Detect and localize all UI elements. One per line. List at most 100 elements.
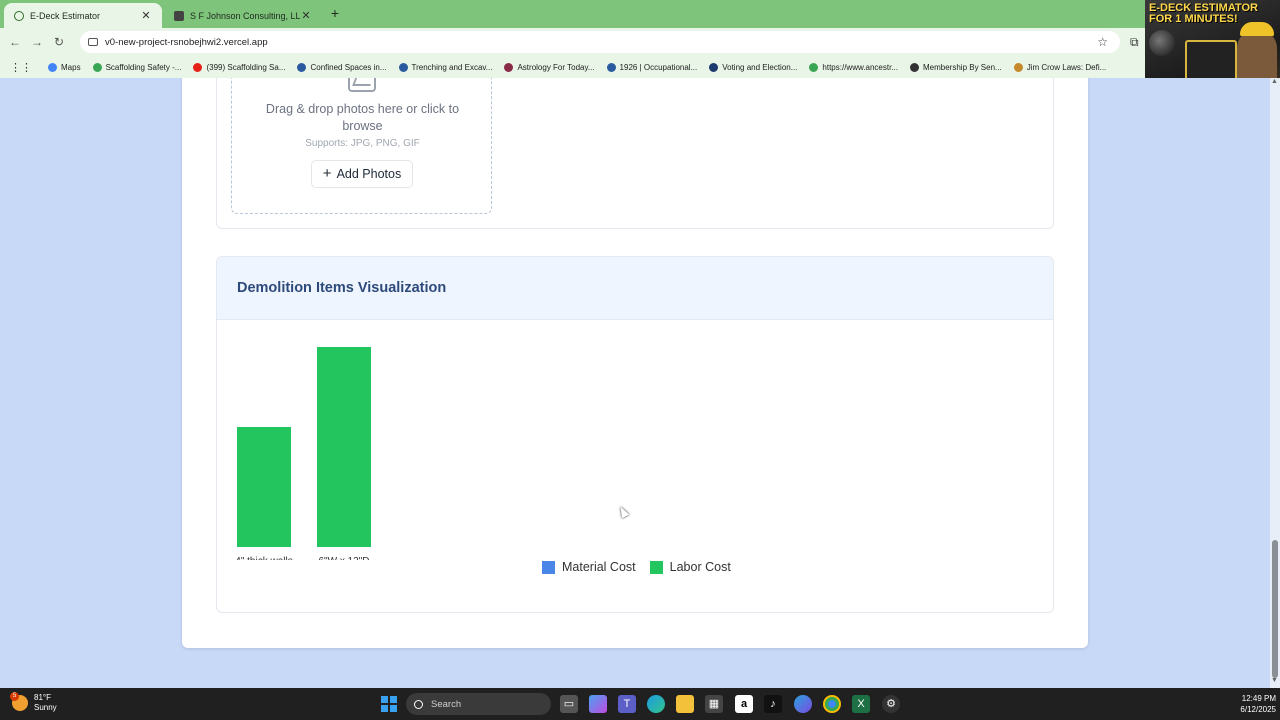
site-info-icon[interactable] (88, 38, 98, 46)
tiktok-icon[interactable]: ♪ (764, 695, 782, 713)
tab-sf-johnson[interactable]: S F Johnson Consulting, LLC ✕ (164, 3, 322, 28)
visualization-header: Demolition Items Visualization (217, 257, 1053, 320)
search-icon (414, 699, 423, 709)
image-icon (348, 78, 376, 92)
address-bar[interactable]: v0-new-project-rsnobejhwi2.vercel.app ☆ (80, 31, 1120, 53)
forward-icon[interactable]: → (26, 35, 48, 49)
new-tab-button[interactable]: + (327, 5, 343, 21)
wrecking-ball-icon (1149, 30, 1175, 56)
app-icon[interactable]: ⚙ (882, 695, 900, 713)
site-icon (1013, 62, 1023, 72)
close-icon[interactable]: ✕ (140, 9, 152, 22)
bookmark-item[interactable]: Scaffolding Safety -... (92, 62, 181, 72)
windows-taskbar: 5 81°F Sunny Search ▭ T ▦ a ♪ X ⚙ 12:49 … (0, 688, 1280, 720)
add-photos-label: Add Photos (336, 167, 402, 181)
browser-app-icon[interactable] (794, 695, 812, 713)
bookmark-item[interactable]: Astrology For Today... (504, 62, 595, 72)
back-icon[interactable]: ← (4, 35, 26, 49)
youtube-icon (193, 62, 203, 72)
globe-icon (398, 62, 408, 72)
apps-grid-icon[interactable]: ⋮⋮ (10, 61, 32, 74)
bookmark-star-icon[interactable]: ☆ (1097, 35, 1108, 49)
page-scrollbar[interactable]: ▲ ▼ (1270, 78, 1280, 688)
site-icon (174, 10, 184, 21)
bookmark-label: Maps (61, 62, 81, 72)
scroll-up-icon[interactable]: ▲ (1271, 78, 1278, 85)
legend-swatch (649, 560, 663, 574)
file-explorer-icon[interactable] (676, 695, 694, 713)
bookmark-label: Confined Spaces in... (310, 62, 387, 72)
scroll-down-icon[interactable]: ▼ (1271, 677, 1278, 684)
bookmark-item[interactable]: (399) Scaffolding Sa... (193, 62, 286, 72)
dropzone-text: Drag & drop photos here or click to brow… (265, 102, 460, 133)
plus-icon: + (322, 165, 332, 182)
notification-badge: 5 (10, 692, 19, 701)
photo-dropzone[interactable]: Drag & drop photos here or click to brow… (231, 78, 492, 214)
temperature: 81°F (34, 693, 51, 702)
visualization-title: Demolition Items Visualization (237, 280, 447, 296)
search-label: Search (431, 698, 462, 710)
globe-icon (92, 62, 102, 72)
globe-icon (14, 10, 24, 21)
maps-pin-icon (48, 62, 57, 72)
bookmark-label: Membership By Sen... (923, 62, 1002, 72)
globe-icon (910, 62, 919, 72)
bookmark-item[interactable]: Jim Crow Laws: Defi... (1013, 62, 1106, 72)
globe-icon (297, 62, 307, 72)
bookmark-label: Trenching and Excav... (411, 62, 493, 72)
globe-icon (809, 62, 819, 72)
reload-icon[interactable]: ↻ (48, 35, 70, 49)
scrollbar-thumb[interactable] (1272, 540, 1278, 678)
site-icon (504, 62, 514, 72)
taskbar-search[interactable]: Search (406, 693, 551, 715)
globe-icon (606, 62, 616, 72)
bar-labor-cost[interactable] (237, 427, 291, 547)
bookmarks-bar: ⋮⋮ Maps Scaffolding Safety -... (399) Scaf… (0, 56, 1145, 78)
copilot-icon[interactable] (589, 695, 607, 713)
legend-label: Labor Cost (669, 560, 731, 574)
legend-item[interactable]: Material Cost (542, 560, 636, 574)
bookmark-item[interactable]: 1926 | Occupational... (606, 62, 698, 72)
legend-label: Material Cost (562, 560, 636, 574)
bookmark-item[interactable]: Trenching and Excav... (398, 62, 493, 72)
bookmark-item[interactable]: https://www.ancestr... (809, 62, 898, 72)
sun-icon: 5 (10, 692, 28, 711)
tab-label: S F Johnson Consulting, LLC (190, 10, 300, 21)
ad-title: E-DECK ESTIMATOR FOR 1 MINUTES! (1149, 2, 1258, 25)
edge-icon[interactable] (647, 695, 665, 713)
teams-icon[interactable]: T (618, 695, 636, 713)
bookmark-label: 1926 | Occupational... (619, 62, 698, 72)
bookmark-label: Voting and Election... (722, 62, 798, 72)
legend-swatch (542, 560, 555, 574)
bookmark-item[interactable]: Voting and Election... (709, 62, 798, 72)
bookmark-item[interactable]: Membership By Sen... (910, 62, 1002, 72)
windows-start-icon[interactable] (381, 696, 397, 712)
weather-widget[interactable]: 5 81°F Sunny (10, 692, 57, 713)
close-icon[interactable]: ✕ (300, 9, 312, 22)
url-text: v0-new-project-rsnobejhwi2.vercel.app (105, 36, 268, 48)
chart-legend: Material Cost Labor Cost (542, 560, 745, 574)
bookmark-label: https://www.ancestr... (822, 62, 898, 72)
tab-e-deck-estimator[interactable]: E-Deck Estimator ✕ (4, 3, 162, 28)
bookmark-item[interactable]: Confined Spaces in... (297, 62, 387, 72)
amazon-icon[interactable]: a (735, 695, 753, 713)
browser-tab-strip: E-Deck Estimator ✕ S F Johnson Consultin… (0, 0, 1280, 28)
clock-date: 6/12/2025 (1240, 705, 1276, 714)
weather-condition: Sunny (34, 703, 57, 712)
bar-labor-cost[interactable] (317, 347, 371, 547)
bookmark-item[interactable]: Maps (48, 62, 81, 72)
legend-item[interactable]: Labor Cost (649, 560, 731, 574)
add-photos-button[interactable]: + Add Photos (311, 160, 413, 188)
gov-seal-icon (709, 62, 719, 72)
bookmark-label: (399) Scaffolding Sa... (206, 62, 286, 72)
system-clock[interactable]: 12:49 PM 6/12/2025 (1218, 693, 1276, 715)
excel-icon[interactable]: X (852, 695, 870, 713)
tab-label: E-Deck Estimator (30, 10, 101, 21)
visualization-card: Demolition Items Visualization 4" thick … (216, 256, 1054, 613)
store-icon[interactable]: ▦ (705, 695, 723, 713)
chrome-icon[interactable] (823, 695, 841, 713)
extensions-icon[interactable]: ⧉ (1130, 35, 1139, 50)
task-view-icon[interactable]: ▭ (560, 695, 578, 713)
photo-upload-card: Drag & drop photos here or click to brow… (216, 78, 1054, 229)
browser-toolbar: ← → ↻ v0-new-project-rsnobejhwi2.vercel.… (0, 28, 1145, 56)
